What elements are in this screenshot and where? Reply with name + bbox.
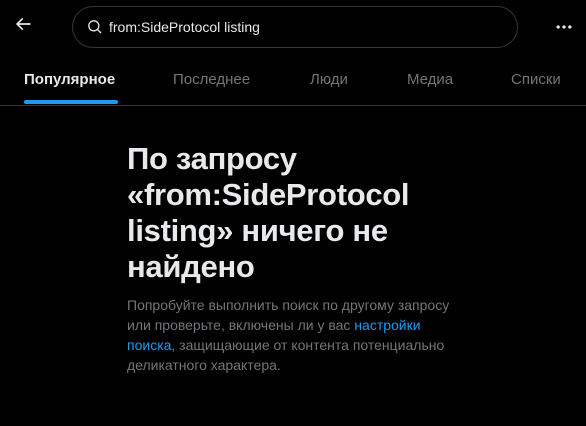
tab-media[interactable]: Медиа xyxy=(407,54,453,106)
more-horizontal-icon xyxy=(556,25,572,29)
empty-state-text-after: , защищающие от контента потенциально де… xyxy=(127,337,445,373)
search-icon xyxy=(88,20,102,34)
search-input[interactable] xyxy=(109,19,489,35)
empty-state-title: По запросу «from:SideProtocol listing» н… xyxy=(127,141,410,284)
top-bar xyxy=(0,0,586,54)
active-tab-indicator xyxy=(24,100,118,104)
empty-state-description: Попробуйте выполнить поиск по другому за… xyxy=(127,295,457,375)
search-box[interactable] xyxy=(72,6,518,48)
empty-state: По запросу «from:SideProtocol listing» н… xyxy=(127,141,457,375)
more-button[interactable] xyxy=(546,9,582,45)
back-button[interactable] xyxy=(6,7,40,41)
tab-people[interactable]: Люди xyxy=(310,54,348,106)
arrow-left-icon xyxy=(15,17,31,31)
tab-top[interactable]: Популярное xyxy=(24,54,115,106)
search-tabs: Популярное Последнее Люди Медиа Списки xyxy=(0,54,586,106)
tab-latest[interactable]: Последнее xyxy=(173,54,250,106)
tab-lists[interactable]: Списки xyxy=(511,54,561,106)
